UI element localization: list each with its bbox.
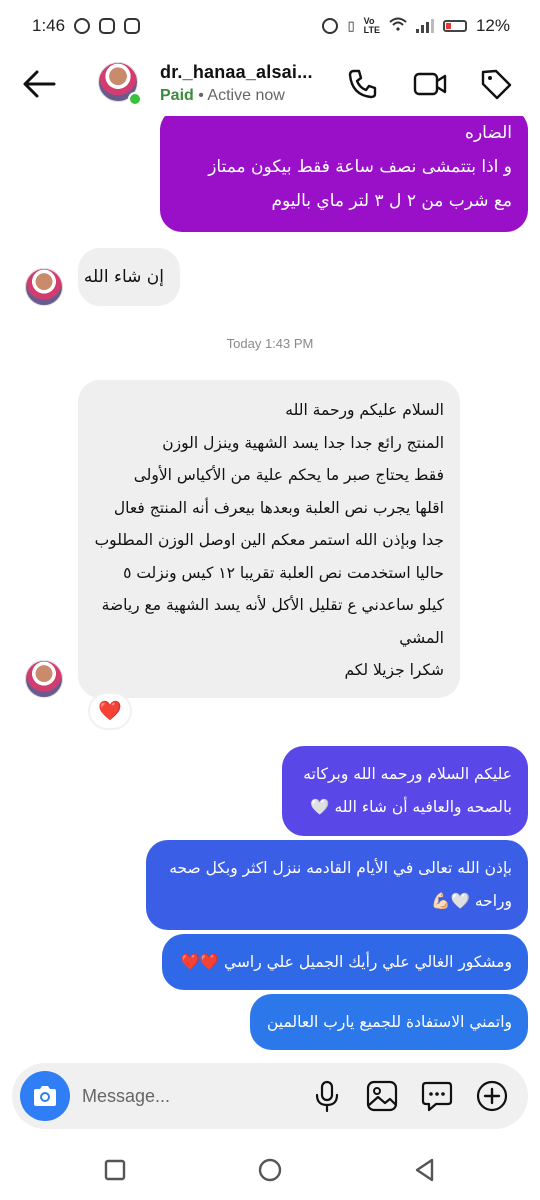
back-nav-icon[interactable] [412,1157,438,1183]
home-icon[interactable] [257,1157,283,1183]
camera-icon[interactable] [20,1071,70,1121]
gallery-icon[interactable] [365,1079,399,1113]
message-line: بإذن الله تعالى في الأيام القادمه ننزل ا… [169,859,512,877]
contact-subtitle: Paid • Active now [160,87,313,105]
message-line: السلام عليكم ورحمة الله [285,401,444,419]
sender-avatar[interactable] [25,660,63,698]
timestamp: Today 1:43 PM [226,336,314,351]
message-line: بالصحه والعافيه أن شاء الله 🤍 [310,798,512,816]
system-navigation-bar [0,1140,540,1200]
status-bar: 1:46 ▯ Vo LTE 12% [0,0,540,52]
status-left: 1:46 [32,16,141,36]
contact-avatar[interactable] [98,62,142,106]
whatsapp-notification-icon [74,18,91,34]
paid-label: Paid [160,87,194,104]
message-input[interactable] [82,1081,282,1111]
message-line: عليكم السلام ورحمه الله وبركاته [303,765,512,783]
message-line: وراحه 🤍💪🏻 [431,892,512,910]
alarm-icon [322,18,339,34]
message-line: المشي [399,628,444,647]
incoming-message[interactable]: السلام عليكم ورحمة الله المنتج رائع جدا … [78,380,460,698]
incoming-message[interactable]: إن شاء الله [78,248,180,306]
wifi-icon [389,16,407,36]
phone-icon[interactable] [344,66,380,102]
signal-icon [415,19,434,33]
vibrate-icon: ▯ [347,18,355,33]
message-line: حاليا استخدمت نص العلبة تقريبا ١٢ كيس ون… [123,563,444,582]
active-status: Active now [207,87,285,104]
battery-percent: 12% [475,16,510,35]
volte-icon: Vo LTE [363,16,380,35]
message-line: إن شاء الله [83,267,164,287]
status-time: 1:46 [32,16,66,35]
heart-reaction[interactable]: ❤️ [90,694,130,728]
message-line: المنتج رائع جدا جدا يسد الشهية وينزل الو… [162,433,444,452]
contact-name: dr._hanaa_alsai... [160,62,313,82]
video-camera-icon[interactable] [412,66,448,102]
chat-header: dr._hanaa_alsai... Paid • Active now [0,52,540,116]
online-indicator [128,92,142,106]
message-line: شكرا جزيلا لكم [344,661,444,679]
back-arrow-icon[interactable] [20,66,60,102]
message-line: مع شرب من ٢ ل ٣ لتر ماي باليوم [271,191,512,211]
contact-info[interactable]: dr._hanaa_alsai... Paid • Active now [160,62,313,105]
outgoing-message[interactable]: الضاره و اذا بتتمشى نصف ساعة فقط بيكون م… [160,116,528,232]
instagram-notification-icon [99,18,116,34]
separator-dot: • [198,87,204,104]
message-line: جدا وبإذن الله استمر معكم الين اوصل الوز… [94,531,444,549]
instagram-notification-icon-2 [124,18,141,34]
outgoing-message[interactable]: بإذن الله تعالى في الأيام القادمه ننزل ا… [146,840,528,930]
status-right: ▯ Vo LTE 12% [322,16,510,36]
message-line: كيلو ساعدني ع تقليل الأكل لأنه يسد الشهي… [101,596,444,614]
message-line: الضاره [465,123,512,143]
recents-icon[interactable] [102,1157,128,1183]
message-line: فقط يحتاج صبر ما يحكم علية من الأكياس ال… [133,466,444,484]
tag-icon[interactable] [478,66,514,102]
add-icon[interactable] [475,1079,509,1113]
outgoing-message[interactable]: ومشكور الغالي علي رأيك الجميل علي راسي ❤… [162,934,528,990]
message-line: واتمني الاستفادة للجميع يارب العالمين [266,1013,512,1031]
message-thread[interactable]: الضاره و اذا بتتمشى نصف ساعة فقط بيكون م… [0,116,540,1061]
message-line: ومشكور الغالي علي رأيك الجميل علي راسي ❤… [180,953,512,971]
microphone-icon[interactable] [310,1079,344,1113]
message-line: و اذا بتتمشى نصف ساعة فقط بيكون ممتاز [208,157,512,177]
outgoing-message[interactable]: واتمني الاستفادة للجميع يارب العالمين [250,994,528,1050]
message-line: اقلها يجرب نص العلبة وبعدها بيعرف أنه ال… [113,498,444,517]
sender-avatar[interactable] [25,268,63,306]
sticker-icon[interactable] [420,1079,454,1113]
outgoing-message[interactable]: عليكم السلام ورحمه الله وبركاته بالصحه و… [282,746,528,836]
battery-icon [442,20,467,32]
message-composer [12,1063,528,1129]
